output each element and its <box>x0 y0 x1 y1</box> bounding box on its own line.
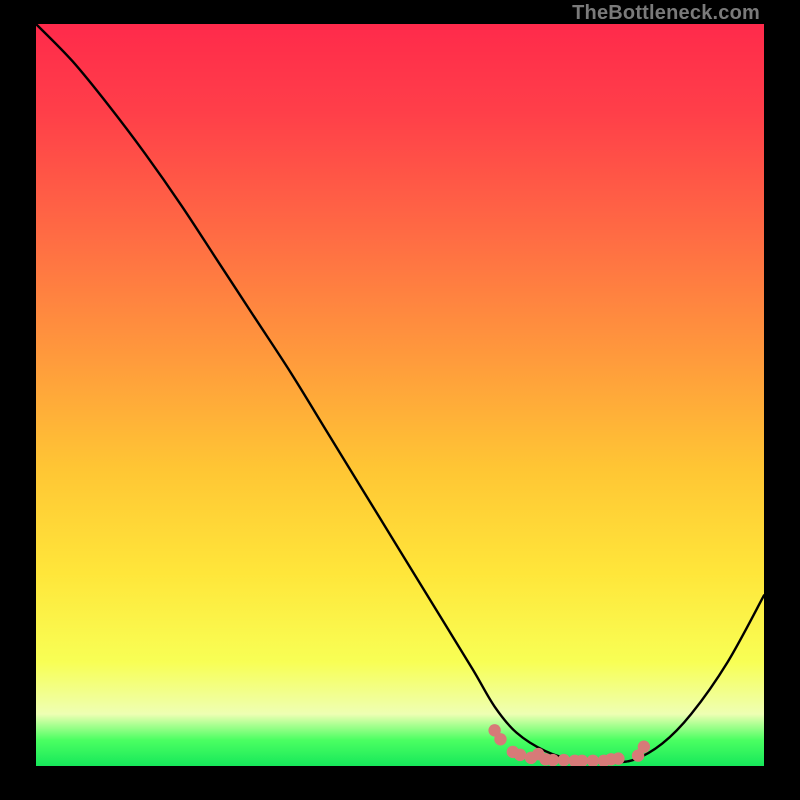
marker-dot <box>558 754 570 766</box>
marker-dot <box>547 754 559 766</box>
marker-dot <box>612 752 624 764</box>
marker-dot <box>494 733 506 745</box>
chart-frame <box>36 24 764 766</box>
chart-svg <box>36 24 764 766</box>
chart-background <box>36 24 764 766</box>
marker-dot <box>514 749 526 761</box>
marker-dot <box>638 741 650 753</box>
watermark-text: TheBottleneck.com <box>572 2 760 25</box>
